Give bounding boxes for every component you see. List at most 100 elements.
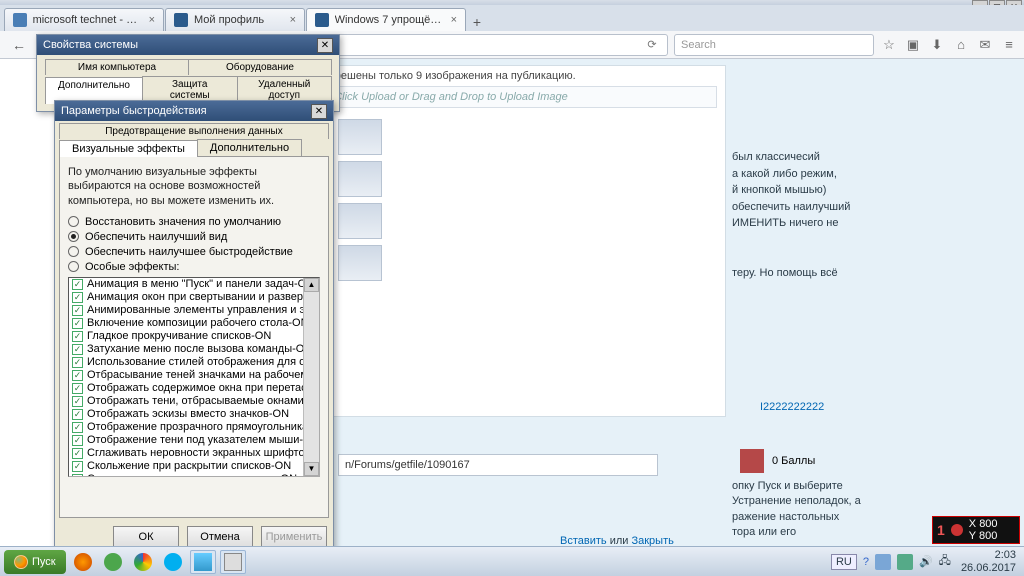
thumbnail-image[interactable] xyxy=(338,203,382,239)
tray-icon[interactable] xyxy=(897,554,913,570)
start-button[interactable]: Пуск xyxy=(4,550,66,574)
browser-tab[interactable]: microsoft technet - Поиск в G… × xyxy=(4,8,164,31)
points-label: 0 Баллы xyxy=(772,455,815,467)
radio-option[interactable]: Обеспечить наилучший вид xyxy=(68,231,320,243)
effect-item[interactable]: Отображение прозрачного прямоугольника в… xyxy=(69,421,303,434)
back-button[interactable]: ← xyxy=(6,34,32,56)
effect-item[interactable]: Затухание меню после вызова команды-ON xyxy=(69,343,303,356)
radio-icon xyxy=(68,246,79,257)
thumbnail-image[interactable] xyxy=(338,119,382,155)
search-box[interactable]: Search xyxy=(674,34,874,56)
checkbox-icon xyxy=(72,318,83,329)
perf-description: По умолчанию визуальные эффекты выбирают… xyxy=(68,165,320,208)
tab-remote[interactable]: Удаленный доступ xyxy=(237,76,333,103)
clock[interactable]: 2:03 26.06.2017 xyxy=(957,549,1020,573)
tab-title: Мой профиль xyxy=(194,14,264,26)
checkbox-icon xyxy=(72,448,83,459)
effect-item[interactable]: Сглаживать неровности экранных шрифтов-O… xyxy=(69,447,303,460)
checkbox-icon xyxy=(72,357,83,368)
checkbox-icon xyxy=(72,409,83,420)
help-text-fragment: опку Пуск и выберите Устранение неполадо… xyxy=(732,479,892,541)
radio-icon xyxy=(68,216,79,227)
scroll-up-icon[interactable]: ▲ xyxy=(304,278,319,292)
tab-visual-effects[interactable]: Визуальные эффекты xyxy=(59,140,198,157)
language-indicator[interactable]: RU xyxy=(831,554,857,570)
close-icon[interactable]: × xyxy=(290,14,296,26)
effect-item[interactable]: Отображать содержимое окна при перетаски… xyxy=(69,382,303,395)
file-url-input[interactable]: n/Forums/getfile/1090167 xyxy=(338,454,658,476)
dialog-close-button[interactable]: ✕ xyxy=(317,38,333,53)
browser-tabstrip: microsoft technet - Поиск в G… × Мой про… xyxy=(0,5,1024,31)
thumbnail-image[interactable] xyxy=(338,161,382,197)
user-signature-link[interactable]: I2222222222 xyxy=(760,401,824,413)
quicklaunch-firefox[interactable] xyxy=(70,550,96,574)
tab-title: Windows 7 упрощённый реж… xyxy=(335,14,445,26)
effect-item[interactable]: Отбрасывание теней значками на рабочем с… xyxy=(69,369,303,382)
favicon-icon xyxy=(174,13,188,27)
dialog-close-button[interactable]: ✕ xyxy=(311,104,327,119)
dialog-title: Свойства системы xyxy=(43,39,138,51)
effect-item[interactable]: Скольжение при раскрытии списков-ON xyxy=(69,460,303,473)
effect-item[interactable]: Гладкое прокручивание списков-ON xyxy=(69,330,303,343)
tab-advanced-perf[interactable]: Дополнительно xyxy=(197,139,302,156)
effect-item[interactable]: Использование стилей отображения для око… xyxy=(69,356,303,369)
effect-item[interactable]: Отображать тени, отбрасываемые окнами-ON xyxy=(69,395,303,408)
radio-option[interactable]: Особые эффекты: xyxy=(68,261,320,273)
quicklaunch-chrome[interactable] xyxy=(130,550,156,574)
checkbox-icon xyxy=(72,331,83,342)
post-body-fragment: был классичесий а какой либо режим, й кн… xyxy=(732,149,862,281)
radio-option[interactable]: Восстановить значения по умолчанию xyxy=(68,216,320,228)
start-orb-icon xyxy=(14,555,28,569)
tray-help-icon[interactable]: ? xyxy=(863,556,869,568)
thumbnail-image[interactable] xyxy=(338,245,382,281)
pocket-icon[interactable]: ▣ xyxy=(904,36,922,54)
checkbox-icon xyxy=(72,292,83,303)
tab-dep[interactable]: Предотвращение выполнения данных xyxy=(59,123,329,139)
hand-icon xyxy=(949,522,965,538)
effect-item[interactable]: Включение композиции рабочего стола-ON xyxy=(69,317,303,330)
tray-volume-icon[interactable]: 🔊 xyxy=(919,555,933,568)
favicon-icon xyxy=(13,13,27,27)
dialog-title: Параметры быстродействия xyxy=(61,105,207,117)
home-icon[interactable]: ⌂ xyxy=(952,36,970,54)
taskbar-app[interactable] xyxy=(220,550,246,574)
taskbar: Пуск RU ? 🔊 🖧 2:03 26.06.2017 xyxy=(0,546,1024,576)
effect-item[interactable]: Анимация окон при свертывании и разверты… xyxy=(69,291,303,304)
bookmark-icon[interactable]: ☆ xyxy=(880,36,898,54)
tray-network-icon[interactable]: 🖧 xyxy=(939,552,951,571)
tab-system-protection[interactable]: Защита системы xyxy=(142,76,238,103)
quicklaunch-skype[interactable] xyxy=(160,550,186,574)
tray-icon[interactable] xyxy=(875,554,891,570)
tab-hardware[interactable]: Оборудование xyxy=(188,59,332,75)
close-icon[interactable]: × xyxy=(451,14,457,26)
effect-item[interactable]: Отображать эскизы вместо значков-ON xyxy=(69,408,303,421)
performance-options-dialog: Параметры быстродействия ✕ Предотвращени… xyxy=(54,100,334,557)
effect-item[interactable]: Анимированные элементы управления и элем… xyxy=(69,304,303,317)
browser-tab[interactable]: Мой профиль × xyxy=(165,8,305,31)
effect-item[interactable]: Анимация в меню "Пуск" и панели задач-ON xyxy=(69,278,303,291)
effects-list[interactable]: Анимация в меню "Пуск" и панели задач-ON… xyxy=(68,277,320,477)
quicklaunch-utorrent[interactable] xyxy=(100,550,126,574)
scrollbar[interactable]: ▲ ▼ xyxy=(303,278,319,476)
new-tab-button[interactable]: + xyxy=(467,13,487,31)
effect-item[interactable]: Сохранить вид эскизов панели задач-ON xyxy=(69,473,303,477)
cancel-button[interactable]: Отмена xyxy=(187,526,253,548)
close-icon[interactable]: × xyxy=(149,14,155,26)
ok-button[interactable]: ОК xyxy=(113,526,179,548)
avatar-icon xyxy=(740,449,764,473)
tab-computer-name[interactable]: Имя компьютера xyxy=(45,59,189,75)
search-placeholder: Search xyxy=(681,39,716,51)
mail-icon[interactable]: ✉ xyxy=(976,36,994,54)
reload-icon[interactable]: ⟳ xyxy=(643,38,661,51)
checkbox-icon xyxy=(72,370,83,381)
overlay-digit: 1 xyxy=(937,522,945,538)
checkbox-icon xyxy=(72,396,83,407)
scroll-down-icon[interactable]: ▼ xyxy=(304,462,319,476)
browser-tab[interactable]: Windows 7 упрощённый реж… × xyxy=(306,8,466,31)
radio-icon xyxy=(68,231,79,242)
radio-option[interactable]: Обеспечить наилучшее быстродействие xyxy=(68,246,320,258)
downloads-icon[interactable]: ⬇ xyxy=(928,36,946,54)
effect-item[interactable]: Отображение тени под указателем мыши-ON xyxy=(69,434,303,447)
menu-icon[interactable]: ≡ xyxy=(1000,36,1018,54)
quicklaunch-explorer[interactable] xyxy=(190,550,216,574)
